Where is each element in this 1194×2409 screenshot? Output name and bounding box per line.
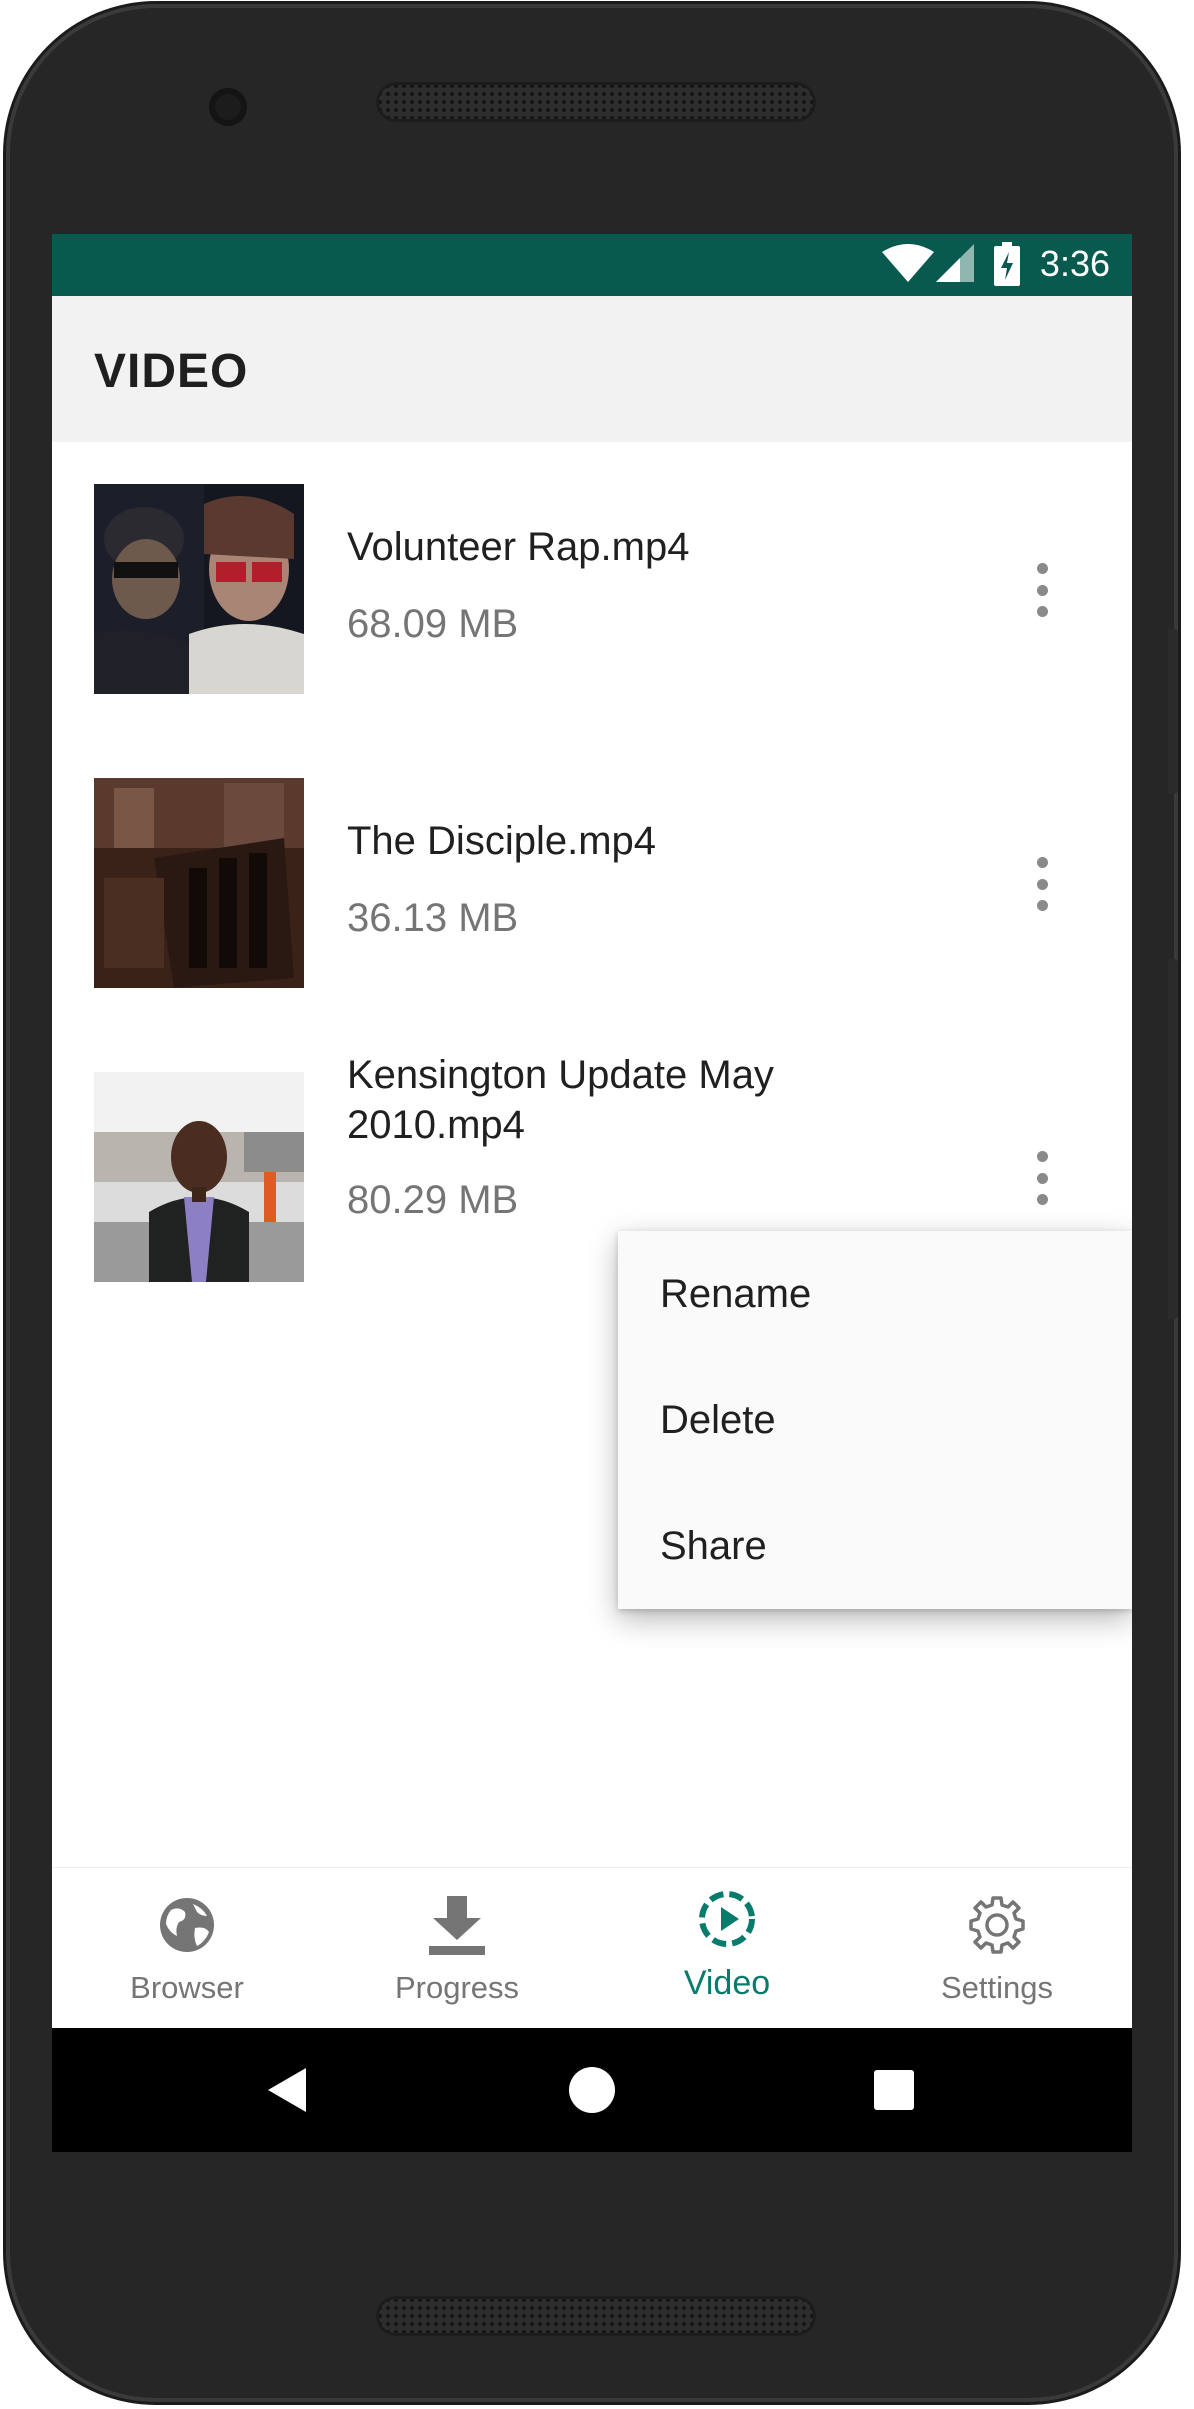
page-title: VIDEO [94, 345, 249, 398]
popup-menu: Rename Delete Share [618, 1231, 1132, 1609]
more-options-icon[interactable] [1022, 1143, 1062, 1213]
status-bar: 3:36 [52, 234, 1132, 296]
video-size: 36.13 MB [347, 896, 519, 940]
home-icon[interactable] [560, 2058, 624, 2122]
play-circle-icon [699, 1891, 755, 1947]
list-item[interactable]: Volunteer Rap.mp4 68.09 MB [52, 442, 1132, 736]
nav-item-settings[interactable]: Settings [862, 1868, 1132, 2028]
globe-icon [160, 1898, 214, 1952]
bottom-speaker [376, 2296, 816, 2336]
app-bar: VIDEO [52, 296, 1132, 442]
video-thumbnail [94, 1072, 304, 1282]
signal-icon [936, 244, 974, 282]
front-camera [209, 88, 247, 126]
recents-icon[interactable] [862, 2058, 926, 2122]
screen: 3:36 VIDEO Volunteer Rap.mp4 68.09 MB Th… [52, 234, 1132, 2152]
video-title: Kensington Update May 2010.mp4 [347, 1053, 774, 1147]
nav-label-progress: Progress [394, 1970, 520, 2005]
nav-item-progress[interactable]: Progress [322, 1868, 592, 2028]
nav-label-browser: Browser [130, 1970, 244, 2005]
system-navigation-bar [52, 2028, 1132, 2152]
video-size: 68.09 MB [347, 602, 519, 646]
power-button [1168, 629, 1178, 794]
video-thumbnail [94, 778, 304, 988]
video-thumbnail [94, 484, 304, 694]
nav-label-video: Video [683, 1964, 771, 2002]
volume-button [1168, 959, 1178, 1319]
video-size: 80.29 MB [347, 1178, 519, 1222]
status-time: 3:36 [1039, 243, 1110, 284]
battery-charging-icon [994, 242, 1020, 286]
menu-item-share[interactable]: Share [618, 1483, 1132, 1609]
video-title: Volunteer Rap.mp4 [347, 525, 690, 569]
more-options-icon[interactable] [1022, 849, 1062, 919]
download-icon [429, 1896, 485, 1955]
menu-item-delete[interactable]: Delete [618, 1357, 1132, 1483]
back-icon[interactable] [254, 2058, 318, 2122]
list-item[interactable]: The Disciple.mp4 36.13 MB [52, 736, 1132, 1030]
gear-icon [969, 1896, 1025, 1954]
more-options-icon[interactable] [1022, 555, 1062, 625]
nav-item-video[interactable]: Video [592, 1868, 862, 2028]
menu-item-rename[interactable]: Rename [618, 1231, 1132, 1357]
wifi-icon [882, 244, 934, 282]
video-title: The Disciple.mp4 [347, 819, 657, 863]
nav-label-settings: Settings [940, 1970, 1053, 2005]
bottom-navigation: Browser Progress Video Settings [52, 1868, 1132, 2028]
nav-item-browser[interactable]: Browser [52, 1868, 322, 2028]
earpiece-speaker [376, 82, 816, 122]
